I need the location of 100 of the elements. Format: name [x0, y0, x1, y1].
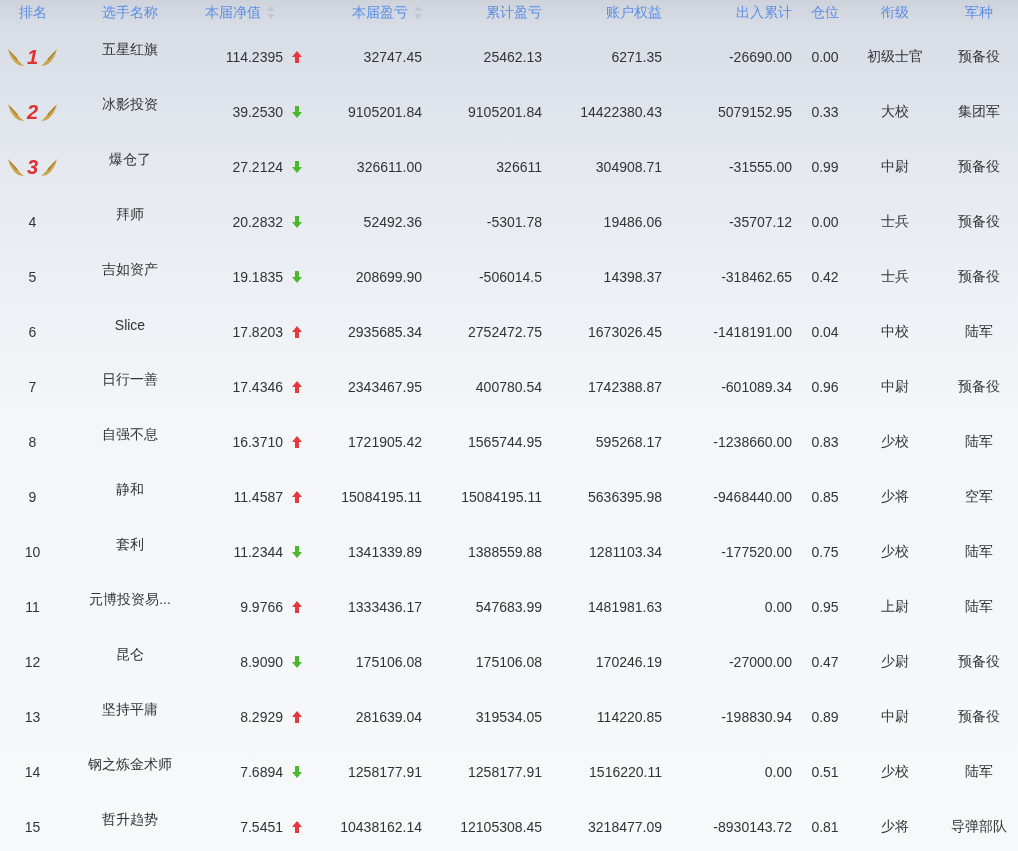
cumulative-profit-loss: 1388559.88: [468, 544, 542, 560]
net-value: 19.1835: [232, 269, 283, 285]
cumulative-profit-loss: 25462.13: [483, 49, 542, 65]
player-name[interactable]: 元博投资易...: [89, 590, 171, 609]
profit-loss: 208699.90: [355, 269, 422, 285]
profit-loss: 326611.00: [356, 159, 422, 175]
profit-loss: 52492.36: [363, 214, 422, 230]
rank-title: 少将: [881, 488, 909, 506]
rank-title: 初级士官: [867, 48, 923, 66]
cash-flow-total: -1418191.00: [713, 324, 792, 340]
player-name[interactable]: 钢之炼金术师: [88, 755, 172, 774]
player-name[interactable]: Slice: [114, 316, 146, 333]
profit-loss: 32747.45: [363, 49, 422, 65]
cash-flow-total: -8930143.72: [713, 819, 792, 835]
profit-loss: 10438162.14: [340, 819, 422, 835]
cash-flow-total: -198830.94: [721, 709, 792, 725]
player-name[interactable]: 拜师: [116, 205, 144, 224]
column-header: 仓位: [811, 3, 839, 22]
player-name[interactable]: 套利: [116, 535, 144, 554]
cash-flow-total: -35707.12: [728, 214, 792, 230]
rank-number: 13: [24, 709, 41, 725]
cash-flow-total: -318462.65: [721, 269, 792, 285]
rank-number: 12: [24, 654, 41, 670]
cumulative-profit-loss: 400780.54: [475, 379, 542, 395]
net-value: 9.9766: [240, 599, 283, 615]
profit-loss: 1258177.91: [348, 764, 422, 780]
rank-title: 少校: [881, 433, 909, 451]
cash-flow-total: -601089.34: [721, 379, 792, 395]
position-ratio: 0.85: [811, 489, 839, 505]
rank-number: 3: [25, 155, 40, 179]
profit-loss: 15084195.11: [341, 489, 422, 505]
rank-number: 15: [24, 819, 41, 835]
account-equity: 14422380.43: [580, 104, 662, 120]
cumulative-profit-loss: 12105308.45: [460, 819, 542, 835]
rank-number: 5: [28, 269, 37, 285]
service-branch: 预备役: [958, 268, 1000, 286]
service-branch: 集团军: [958, 103, 1000, 121]
rank-number: 10: [24, 544, 41, 560]
wing-icon: [6, 46, 25, 68]
player-name[interactable]: 昆仑: [116, 645, 144, 664]
net-value: 11.2344: [233, 544, 283, 560]
player-name[interactable]: 哲升趋势: [102, 810, 158, 829]
rank-number: 2: [25, 100, 40, 124]
cash-flow-total: -27000.00: [728, 654, 792, 670]
rank-title: 大校: [881, 103, 909, 121]
column-header: 军种: [965, 3, 993, 22]
service-branch: 陆军: [965, 598, 993, 616]
column-header: 出入累计: [736, 3, 792, 22]
rank-number: 4: [28, 214, 37, 230]
net-value: 11.4587: [233, 489, 283, 505]
account-equity: 170246.19: [595, 654, 662, 670]
column-header: 衔级: [881, 3, 909, 22]
player-name[interactable]: 坚持平庸: [102, 700, 158, 719]
rank-number: 9: [28, 489, 37, 505]
player-name[interactable]: 自强不息: [102, 425, 158, 444]
position-ratio: 0.04: [811, 324, 839, 340]
position-ratio: 0.00: [811, 49, 839, 65]
cumulative-profit-loss: -506014.5: [478, 269, 542, 285]
player-name[interactable]: 五星红旗: [102, 40, 158, 59]
service-branch: 预备役: [958, 48, 1000, 66]
service-branch: 陆军: [965, 543, 993, 561]
account-equity: 1742388.87: [588, 379, 662, 395]
rank-title: 中尉: [881, 158, 909, 176]
column-header: 选手名称: [102, 3, 158, 22]
player-name[interactable]: 爆仓了: [109, 150, 151, 169]
net-value: 17.8203: [232, 324, 283, 340]
account-equity: 6271.35: [611, 49, 662, 65]
service-branch: 预备役: [958, 213, 1000, 231]
rank-number: 7: [28, 379, 37, 395]
rank-number: 6: [28, 324, 37, 340]
profit-loss: 2935685.34: [348, 324, 422, 340]
column-header: 账户权益: [606, 3, 662, 22]
account-equity: 114220.85: [596, 709, 662, 725]
position-ratio: 0.99: [811, 159, 839, 175]
position-ratio: 0.00: [811, 214, 839, 230]
account-equity: 19486.06: [603, 214, 662, 230]
cumulative-profit-loss: 2752472.75: [468, 324, 542, 340]
service-branch: 陆军: [965, 323, 993, 341]
service-branch: 陆军: [965, 433, 993, 451]
player-name[interactable]: 吉如资产: [102, 260, 158, 279]
wing-icon: [6, 156, 25, 178]
rank-title: 中校: [881, 323, 909, 341]
net-value: 20.2832: [232, 214, 283, 230]
cumulative-profit-loss: 547683.99: [475, 599, 542, 615]
player-name[interactable]: 日行一善: [102, 370, 158, 389]
net-value: 27.2124: [232, 159, 283, 175]
rank-title: 士兵: [881, 213, 909, 231]
player-name[interactable]: 冰影投资: [102, 95, 158, 114]
service-branch: 空军: [965, 488, 993, 506]
cumulative-profit-loss: 9105201.84: [468, 104, 542, 120]
position-ratio: 0.33: [811, 104, 839, 120]
cumulative-profit-loss: 15084195.11: [461, 489, 542, 505]
cash-flow-total: -9468440.00: [713, 489, 792, 505]
account-equity: 1481981.63: [588, 599, 662, 615]
rank-title: 上尉: [881, 598, 909, 616]
service-branch: 预备役: [958, 653, 1000, 671]
position-ratio: 0.81: [811, 819, 839, 835]
cash-flow-total: 0.00: [764, 599, 792, 615]
account-equity: 3218477.09: [588, 819, 662, 835]
player-name[interactable]: 静和: [116, 480, 144, 499]
